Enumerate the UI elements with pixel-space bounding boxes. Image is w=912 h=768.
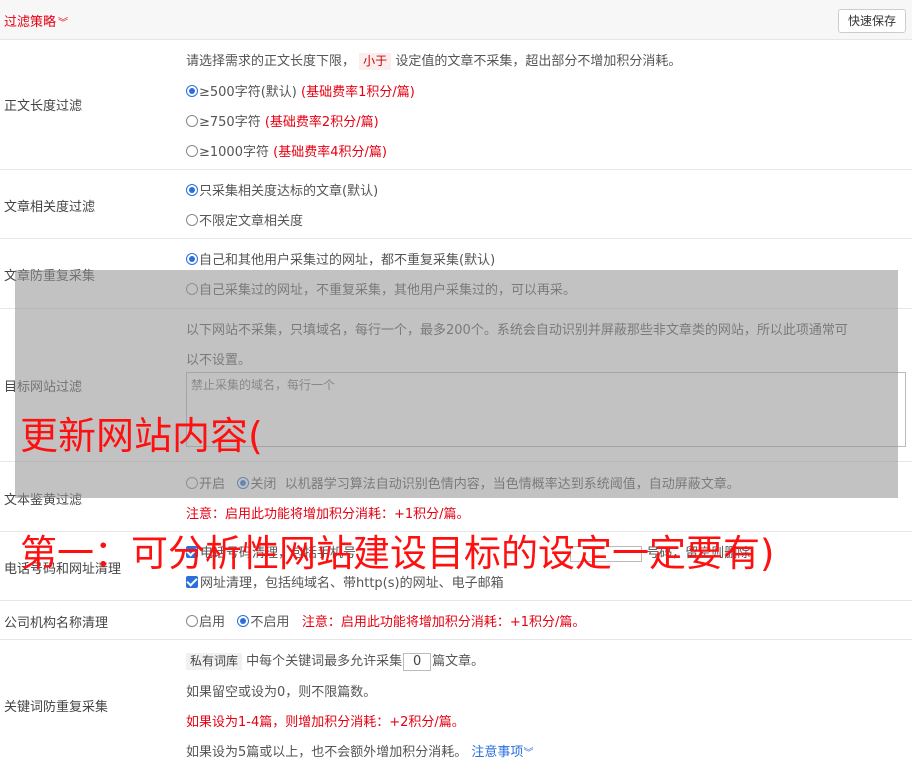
dedup-self-radio[interactable]	[186, 283, 198, 295]
length-filter-row: 正文长度过滤 请选择需求的正文长度下限， 小于 设定值的文章不采集，超出部分不增…	[0, 40, 912, 170]
keyword-dedup-row: 关键词防重复采集 私有词库 中每个关键词最多允许采集 0 篇文章。 如果留空或设为0…	[0, 640, 912, 768]
quick-save-button[interactable]: 快速保存	[837, 9, 906, 33]
company-options: 启用 不启用 注意：启用此功能将增加积分消耗：+1积分/篇。	[186, 611, 585, 630]
company-row: 公司机构名称清理 启用 不启用 注意：启用此功能将增加积分消耗：+1积分/篇。	[0, 601, 912, 640]
company-off-radio[interactable]	[237, 615, 250, 627]
company-label: 公司机构名称清理	[4, 616, 109, 631]
keyword-dedup-line-2: 如果留空或设为0，则不限篇数。	[186, 685, 377, 700]
keyword-dedup-line-1: 私有词库 中每个关键词最多允许采集 0 篇文章。	[186, 650, 484, 671]
porn-filter-row: 文本鉴黄过滤 开启 关闭 以机器学习算法自动识别色情内容，当色情概率达到系统阈值…	[0, 462, 912, 532]
length-filter-desc: 请选择需求的正文长度下限， 小于 设定值的文章不采集，超出部分不增加积分消耗。	[186, 53, 682, 70]
dedup-all-radio[interactable]	[186, 253, 198, 265]
length-filter-label: 正文长度过滤	[4, 99, 83, 114]
porn-off-radio[interactable]	[237, 477, 250, 489]
length-option-500[interactable]: ≥500字符(默认) (基础费率1积分/篇)	[186, 81, 415, 100]
site-filter-desc-2: 以不设置。	[186, 353, 252, 368]
relevance-any-radio[interactable]	[186, 214, 198, 226]
porn-filter-note: 注意：启用此功能将增加积分消耗：+1积分/篇。	[186, 507, 470, 522]
relevance-label: 文章相关度过滤	[4, 200, 96, 215]
overlay-text-1: 更新网站内容(	[20, 414, 263, 458]
porn-on-radio[interactable]	[186, 477, 198, 489]
filter-strategy-title[interactable]: 过滤策略 ︾	[4, 11, 68, 30]
less-than-tag: 小于	[359, 53, 392, 70]
dedup-option-all[interactable]: 自己和其他用户采集过的网址，都不重复采集(默认)	[186, 249, 495, 268]
chevron-down-icon: ︾	[58, 18, 69, 29]
porn-filter-label: 文本鉴黄过滤	[4, 493, 83, 508]
keyword-dedup-line-4: 如果设为5篇或以上，也不会额外增加积分消耗。 注意事项︾	[186, 745, 534, 760]
porn-filter-options: 开启 关闭 以机器学习算法自动识别色情内容，当色情概率达到系统阈值，自动屏蔽文章…	[186, 473, 740, 492]
notes-link[interactable]: 注意事项︾	[471, 745, 533, 760]
relevance-option-strict[interactable]: 只采集相关度达标的文章(默认)	[186, 180, 378, 199]
site-filter-desc-1: 以下网站不采集，只填域名，每行一个，最多200个。系统会自动识别并屏蔽那些非文章…	[186, 323, 848, 338]
filter-header: 过滤策略 ︾ 快速保存	[0, 0, 912, 40]
company-on-radio[interactable]	[186, 615, 198, 627]
dedup-option-self[interactable]: 自己采集过的网址，不重复采集，其他用户采集过的，可以再采。	[186, 279, 576, 298]
relevance-row: 文章相关度过滤 只采集相关度达标的文章(默认) 不限定文章相关度	[0, 170, 912, 239]
keyword-dedup-line-3: 如果设为1-4篇，则增加积分消耗：+2积分/篇。	[186, 715, 465, 730]
length-750-radio[interactable]	[186, 115, 198, 127]
length-option-750[interactable]: ≥750字符 (基础费率2积分/篇)	[186, 111, 379, 130]
length-1000-radio[interactable]	[186, 145, 198, 157]
url-clean-checkbox[interactable]	[186, 576, 198, 588]
site-filter-label: 目标网站过滤	[4, 380, 83, 395]
length-option-1000[interactable]: ≥1000字符 (基础费率4积分/篇)	[186, 141, 387, 160]
keyword-max-input[interactable]: 0	[403, 652, 432, 671]
keyword-dedup-label: 关键词防重复采集	[4, 700, 109, 715]
relevance-option-any[interactable]: 不限定文章相关度	[186, 210, 303, 229]
private-lexicon-tag: 私有词库	[186, 653, 243, 670]
relevance-strict-radio[interactable]	[186, 184, 198, 196]
overlay-text-2: 第一：可分析性网站建设目标的设定一定要有)	[20, 532, 775, 575]
dedup-label: 文章防重复采集	[4, 269, 96, 284]
length-500-radio[interactable]	[186, 85, 198, 97]
dedup-row: 文章防重复采集 自己和其他用户采集过的网址，都不重复采集(默认) 自己采集过的网…	[0, 239, 912, 309]
blocked-domains-textarea[interactable]	[186, 372, 906, 447]
chevron-down-icon: ︾	[523, 748, 534, 759]
